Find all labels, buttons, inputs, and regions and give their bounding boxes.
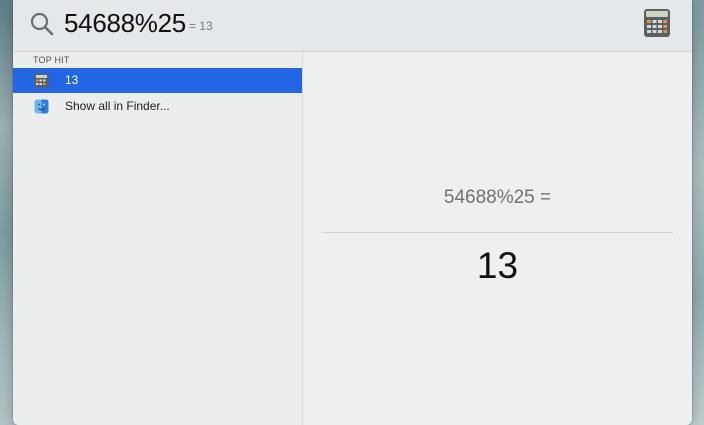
calculator-app-icon <box>644 9 670 37</box>
result-item-top-hit[interactable]: 13 <box>13 68 302 93</box>
results-list: TOP HIT 13 Show all in Finder... <box>13 52 303 425</box>
search-input[interactable]: 54688%25 = 13 <box>64 7 213 42</box>
result-item-label: Show all in Finder... <box>65 99 170 113</box>
preview-pane: 54688%25 = 13 <box>303 52 692 425</box>
result-item-label: 13 <box>65 73 79 87</box>
spotlight-window: 54688%25 = 13 TOP HIT 13 Show all in Fin… <box>13 0 692 425</box>
desktop-wallpaper-left <box>0 0 14 425</box>
finder-icon <box>34 99 49 114</box>
result-item-show-all-in-finder[interactable]: Show all in Finder... <box>13 94 302 119</box>
section-header-top-hit: TOP HIT <box>33 55 70 65</box>
search-icon <box>30 12 54 36</box>
preview-expression: 54688%25 = <box>443 187 552 208</box>
desktop-wallpaper-right <box>692 0 704 425</box>
preview-divider <box>323 232 673 233</box>
preview-result: 13 <box>476 245 519 286</box>
search-bar[interactable]: 54688%25 = 13 <box>13 0 692 52</box>
calculator-icon <box>34 73 49 88</box>
inline-result-text: = 13 <box>188 19 213 33</box>
search-query-text: 54688%25 <box>64 8 186 38</box>
